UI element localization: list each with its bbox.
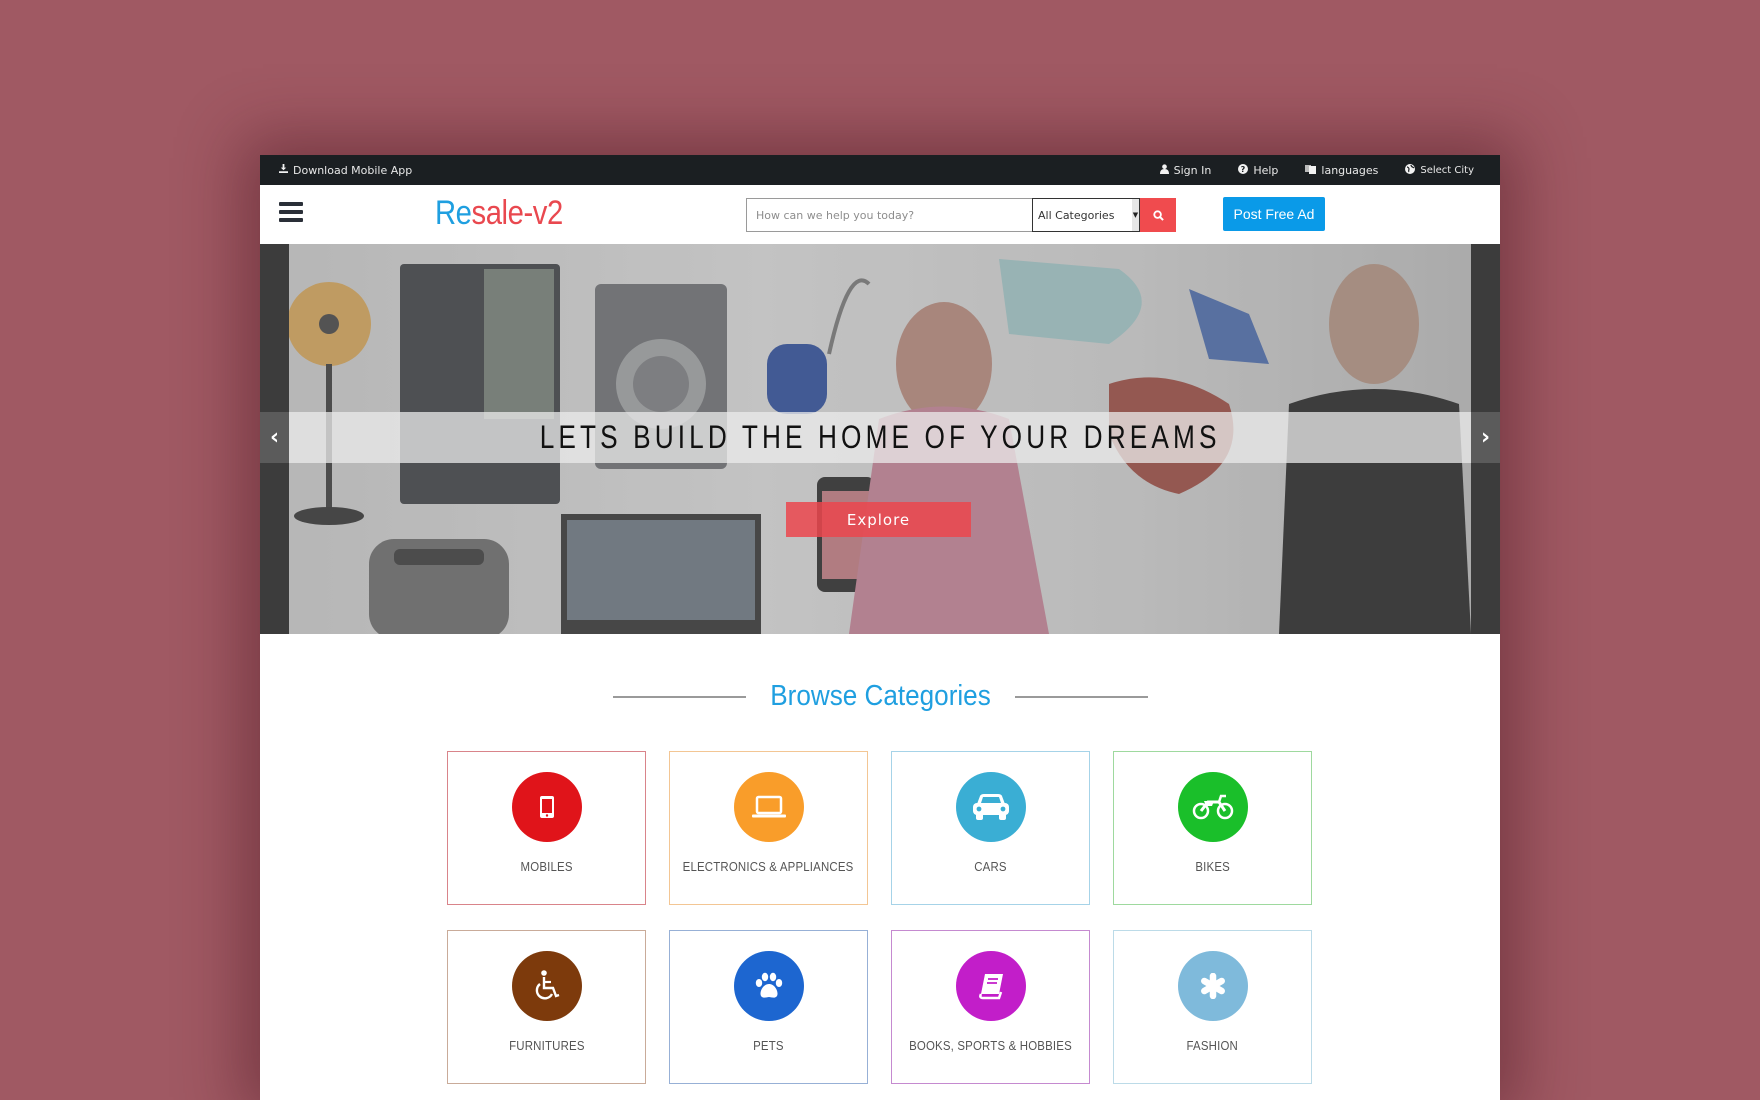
download-app-label: Download Mobile App <box>293 163 413 177</box>
book-icon <box>978 974 1003 1000</box>
help-label: Help <box>1253 163 1279 177</box>
question-circle-icon: ? <box>1238 163 1249 177</box>
site-header: Resale-v2 All Categories ▼ Post Free Ad <box>260 185 1500 244</box>
category-icon-circle <box>511 951 582 1021</box>
category-label: CARS <box>974 859 1007 874</box>
search-bar: All Categories ▼ <box>746 198 1176 232</box>
category-card-electronics[interactable]: ELECTRONICS & APPLIANCES <box>669 751 868 905</box>
language-icon <box>1305 164 1317 177</box>
category-label: FASHION <box>1186 1038 1239 1053</box>
category-card-bikes[interactable]: BIKES <box>1113 751 1312 905</box>
browser-window: Download Mobile App Sign In ? Help langu… <box>260 155 1500 1100</box>
category-icon-circle <box>955 951 1026 1021</box>
car-icon <box>972 794 1009 820</box>
category-icon-circle <box>733 951 804 1021</box>
chevron-right-icon: › <box>1480 425 1491 450</box>
category-icon-circle <box>955 772 1026 842</box>
category-card-books[interactable]: BOOKS, SPORTS & HOBBIES <box>891 930 1090 1084</box>
hero-caption: LETS BUILD THE HOME OF YOUR DREAMS <box>539 419 1221 455</box>
category-select-value: All Categories <box>1038 208 1115 222</box>
caret-down-icon: ▼ <box>1132 199 1139 231</box>
category-icon-circle <box>511 772 582 842</box>
logo-part-1: Re <box>435 194 472 232</box>
help-link[interactable]: ? Help <box>1238 163 1279 177</box>
sign-in-label: Sign In <box>1173 163 1212 177</box>
category-label: MOBILES <box>520 859 573 874</box>
slider-prev-button[interactable]: ‹ <box>260 412 289 463</box>
category-label: FURNITURES <box>508 1038 585 1053</box>
sign-in-link[interactable]: Sign In <box>1159 163 1212 177</box>
category-grid: MOBILES ELECTRONICS & APPLIANCES CARS BI… <box>447 751 1312 1084</box>
download-icon <box>279 164 288 176</box>
browse-categories-title: Browse Categories <box>769 680 991 712</box>
hero-slider: LETS BUILD THE HOME OF YOUR DREAMS Explo… <box>260 244 1500 634</box>
category-card-mobiles[interactable]: MOBILES <box>447 751 646 905</box>
category-label: BIKES <box>1195 859 1230 874</box>
site-logo[interactable]: Resale-v2 <box>435 194 563 233</box>
hero-caption-band: LETS BUILD THE HOME OF YOUR DREAMS <box>260 412 1500 463</box>
heading-divider-left <box>612 695 746 698</box>
globe-icon <box>1405 163 1416 177</box>
category-icon-circle <box>733 772 804 842</box>
category-card-cars[interactable]: CARS <box>891 751 1090 905</box>
select-city-link[interactable]: Select City <box>1405 163 1474 177</box>
mobile-phone-icon <box>539 796 554 818</box>
heading-divider-right <box>1014 695 1148 698</box>
category-card-pets[interactable]: PETS <box>669 930 868 1084</box>
wheelchair-icon <box>535 970 559 1000</box>
explore-button[interactable]: Explore <box>786 502 971 537</box>
languages-label: languages <box>1321 163 1379 177</box>
user-icon <box>1159 163 1169 177</box>
category-select[interactable]: All Categories ▼ <box>1032 198 1140 232</box>
browse-categories-heading: Browse Categories <box>260 680 1500 713</box>
search-input[interactable] <box>746 198 1032 232</box>
post-free-ad-button[interactable]: Post Free Ad <box>1223 197 1325 231</box>
menu-icon[interactable] <box>279 202 303 222</box>
svg-text:?: ? <box>1241 165 1246 174</box>
laptop-icon <box>751 795 786 818</box>
top-bar: Download Mobile App Sign In ? Help langu… <box>260 155 1500 185</box>
asterisk-icon <box>1200 973 1225 999</box>
paw-icon <box>755 972 782 998</box>
slider-next-button[interactable]: › <box>1471 412 1500 463</box>
category-icon-circle <box>1177 951 1248 1021</box>
search-icon <box>1152 209 1164 221</box>
category-label: PETS <box>753 1038 784 1053</box>
category-card-fashion[interactable]: FASHION <box>1113 930 1312 1084</box>
languages-link[interactable]: languages <box>1305 164 1378 177</box>
download-app-link[interactable]: Download Mobile App <box>279 164 412 177</box>
motorcycle-icon <box>1192 794 1233 820</box>
select-city-label: Select City <box>1420 164 1474 176</box>
chevron-left-icon: ‹ <box>269 425 280 450</box>
category-card-furnitures[interactable]: FURNITURES <box>447 930 646 1084</box>
category-icon-circle <box>1177 772 1248 842</box>
category-label: BOOKS, SPORTS & HOBBIES <box>909 1038 1072 1053</box>
logo-part-2: sale-v2 <box>471 194 564 232</box>
search-button[interactable] <box>1140 198 1176 232</box>
category-label: ELECTRONICS & APPLIANCES <box>683 859 854 874</box>
